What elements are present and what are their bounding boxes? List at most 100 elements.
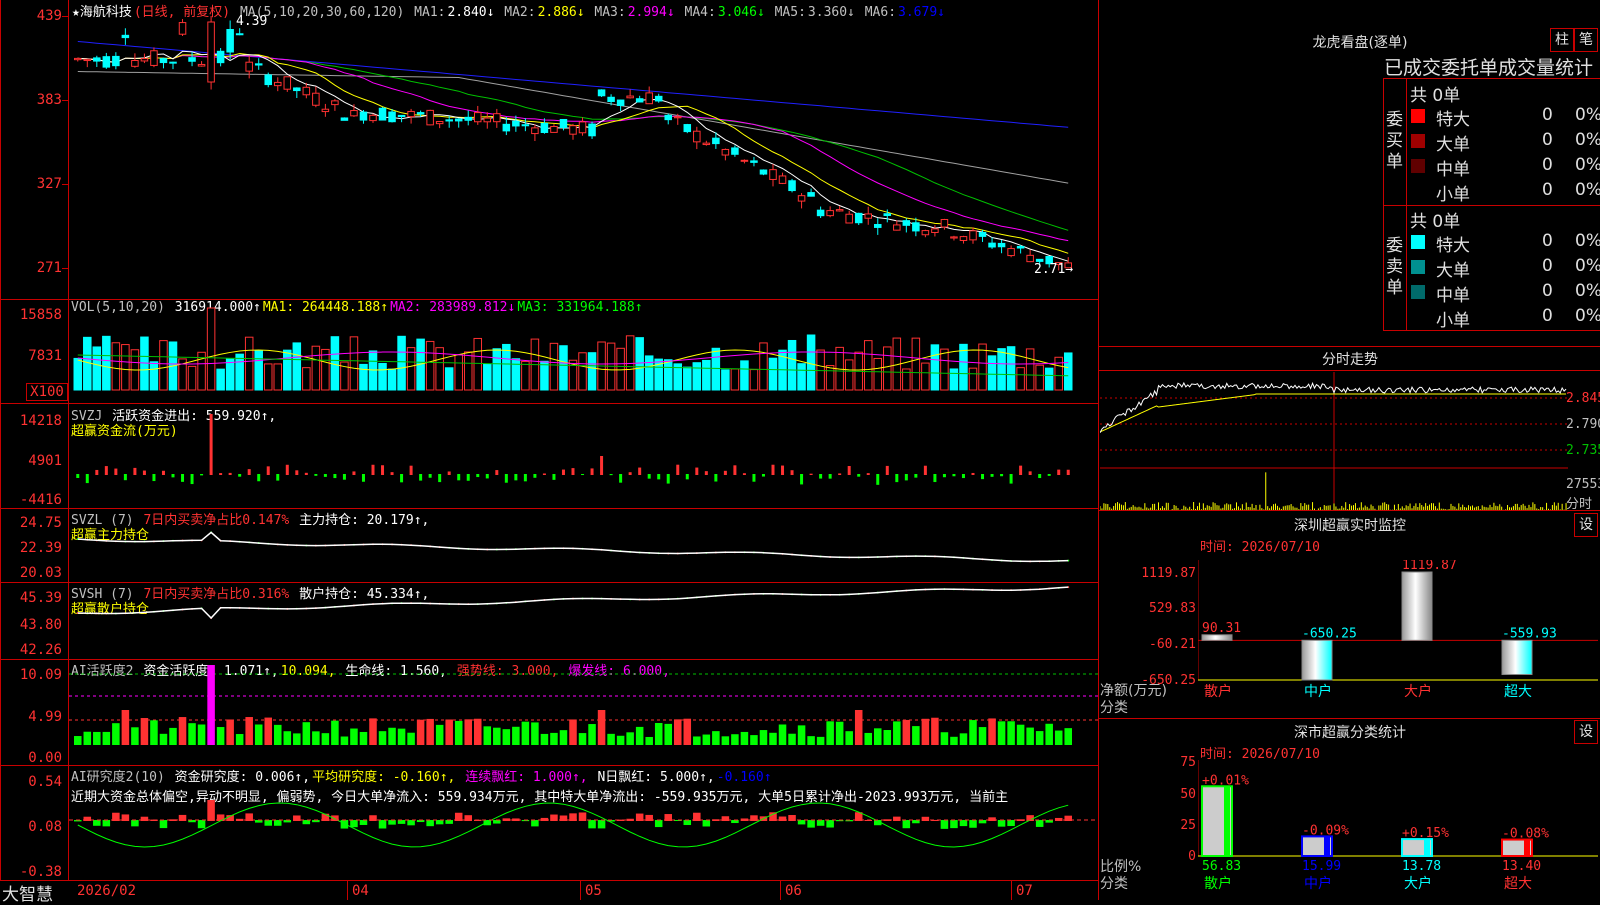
order-count: 0: [1542, 306, 1553, 326]
candle-body: [435, 121, 444, 125]
volume-bar: [816, 349, 825, 391]
flow-bar: [761, 474, 765, 477]
volume-bar: [692, 362, 702, 391]
ratio-value-label: 13.40: [1502, 859, 1541, 874]
flow-bar: [152, 474, 156, 482]
candlestick-chart[interactable]: [69, 0, 1098, 299]
category-label: 超大: [1504, 684, 1532, 700]
ratio-value-label: 15.99: [1302, 859, 1341, 874]
bar-value-label: -650.25: [1302, 626, 1357, 641]
volume-bar: [349, 336, 359, 391]
net-bar: [1401, 571, 1433, 641]
candle-body: [626, 95, 634, 99]
candle-body: [331, 100, 339, 106]
activity-bar: [750, 735, 758, 745]
candle-body: [235, 33, 244, 36]
candle-body: [816, 209, 825, 217]
activity-bar: [521, 721, 530, 745]
activity-bar: [940, 732, 949, 745]
volume-bar: [311, 345, 321, 391]
flow-bar: [228, 472, 232, 475]
intraday-chart[interactable]: [1100, 372, 1568, 510]
order-pct: 0%: [1575, 155, 1600, 175]
candle-body: [93, 57, 101, 62]
activity-bar: [883, 730, 892, 745]
tab-stroke[interactable]: 笔: [1574, 28, 1598, 52]
flow-bar: [485, 474, 489, 479]
volume-bar: [883, 346, 892, 391]
flow-bar: [95, 469, 99, 475]
divider: [1383, 78, 1384, 330]
activity-bar: [254, 724, 263, 745]
flow-bar: [609, 474, 613, 476]
flow-bar: [495, 470, 499, 475]
candle-body: [654, 95, 663, 102]
classify-axis-label: 25: [1180, 818, 1196, 833]
candle-body: [597, 89, 606, 97]
buy-side-label: 委买单: [1386, 110, 1403, 172]
activity-bar: [788, 733, 796, 745]
monitor-axis-label: -60.21: [1149, 637, 1196, 652]
volume-chart: [73, 307, 1073, 391]
svzl-chart: [76, 531, 1070, 563]
monitor-axis-label: 1119.87: [1141, 566, 1196, 581]
flow-bar: [790, 470, 794, 475]
order-count: 0: [1542, 105, 1553, 125]
candle-body: [464, 116, 473, 121]
activity-bar: [197, 724, 206, 745]
candle-body: [416, 112, 425, 115]
flow-bar: [409, 465, 413, 475]
candle-body: [521, 124, 530, 127]
svzj-chart: [76, 414, 1070, 485]
classify-bar-chart[interactable]: +0.01% 56.83散户 -0.09% 15.99中户 +0.15% 13.78大户 -…: [1198, 760, 1600, 900]
activity-bar: [874, 728, 882, 745]
flow-bar: [266, 466, 270, 475]
legend-swatch: [1411, 260, 1425, 274]
ratio-value-label: 56.83: [1202, 859, 1241, 874]
category-label: 大户: [1404, 683, 1432, 700]
flow-bar: [1047, 474, 1051, 476]
research-bar: [378, 820, 387, 829]
flow-bar: [1038, 474, 1042, 479]
monitor-axis-label: 529.83: [1149, 601, 1196, 616]
flow-bar: [533, 474, 537, 478]
activity-bar: [835, 721, 844, 745]
volume-bar: [559, 345, 568, 391]
volume-bar: [216, 368, 225, 391]
volume-bar: [711, 347, 721, 391]
research-bar: [388, 820, 396, 825]
classify-settings-button[interactable]: 设: [1574, 720, 1598, 744]
volume-bar: [549, 342, 559, 391]
flow-bar: [285, 464, 289, 475]
volume-bar: [83, 336, 92, 391]
candle-body: [788, 180, 796, 192]
flow-bar: [961, 474, 965, 479]
volume-bar: [244, 336, 254, 391]
activity-bar: [1016, 724, 1025, 745]
flow-bar: [866, 473, 870, 475]
tick: [62, 268, 68, 269]
volume-bar: [683, 366, 692, 391]
high-price-marker: 4.39: [236, 14, 268, 29]
volume-bar: [968, 367, 978, 391]
candle-body: [264, 74, 273, 86]
research-line: [77, 802, 1069, 848]
order-pct: 0%: [1575, 105, 1600, 125]
candle-body: [797, 195, 806, 202]
research-bar: [588, 820, 596, 829]
flow-bar: [857, 474, 861, 477]
activity-bar: [283, 731, 292, 745]
monitor-settings-button[interactable]: 设: [1574, 513, 1598, 537]
flow-bar: [181, 474, 185, 482]
activity-bar: [426, 718, 434, 745]
monitor-bar-chart[interactable]: 90.31 散户 -650.25 中户 1119.87 大户 -559.93 超大: [1198, 560, 1600, 710]
candle-body: [569, 125, 577, 135]
intraday-vol-label: 27553: [1566, 477, 1600, 492]
tab-column[interactable]: 柱: [1550, 28, 1574, 52]
research-bar: [997, 820, 1006, 827]
category-label: 散户: [1204, 683, 1232, 700]
activity-bar: [893, 721, 901, 745]
flow-bar: [1009, 474, 1013, 484]
tick: [62, 100, 68, 101]
research-bar: [493, 820, 501, 824]
